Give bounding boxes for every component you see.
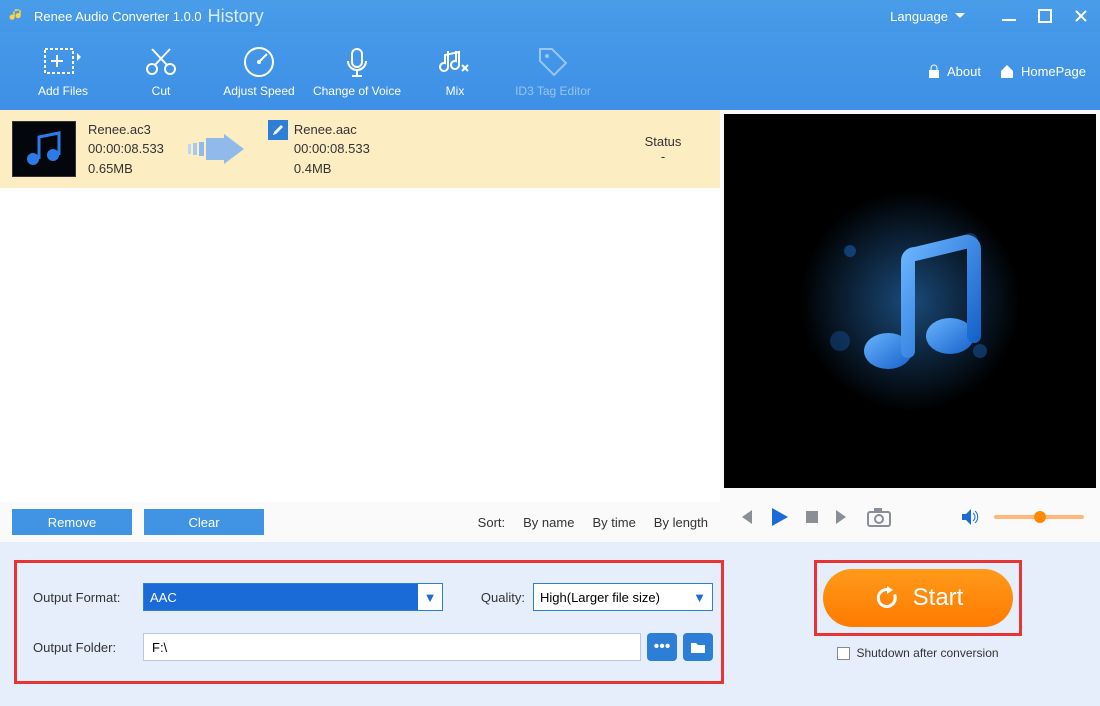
maximize-button[interactable] [1034, 5, 1056, 27]
play-button[interactable] [768, 506, 790, 528]
scissors-icon [144, 45, 178, 79]
pencil-icon [272, 124, 284, 136]
source-filename: Renee.ac3 [88, 120, 164, 140]
microphone-icon [340, 45, 374, 79]
lock-icon [927, 64, 941, 78]
tag-icon [536, 45, 570, 79]
volume-icon[interactable] [960, 508, 980, 526]
mix-icon [438, 45, 472, 79]
title-bar: Renee Audio Converter 1.0.0 History Lang… [0, 0, 1100, 32]
history-link[interactable]: History [208, 6, 264, 27]
start-highlight: Start [814, 560, 1022, 636]
sort-by-length[interactable]: By length [654, 515, 708, 530]
quality-label: Quality: [443, 590, 533, 605]
ellipsis-icon: ••• [654, 638, 671, 656]
adjust-speed-button[interactable]: Adjust Speed [210, 44, 308, 98]
cut-button[interactable]: Cut [112, 44, 210, 98]
source-duration: 00:00:08.533 [88, 139, 164, 159]
add-files-icon [43, 45, 83, 79]
sort-by-name[interactable]: By name [523, 515, 574, 530]
remove-button[interactable]: Remove [12, 509, 132, 535]
output-filename: Renee.aac [294, 120, 370, 140]
status-value: - [618, 149, 708, 164]
close-button[interactable] [1070, 5, 1092, 27]
output-settings: Output Format: AAC ▼ Quality: High(Large… [14, 560, 724, 684]
chevron-down-icon [954, 10, 966, 22]
output-folder-input[interactable] [143, 633, 641, 661]
stop-button[interactable] [804, 509, 820, 525]
music-note-icon [21, 129, 67, 169]
sort-label: Sort: [478, 515, 505, 530]
open-folder-button[interactable] [683, 633, 713, 661]
shutdown-checkbox-row[interactable]: Shutdown after conversion [837, 646, 998, 660]
arrow-right-icon [186, 134, 246, 164]
start-button[interactable]: Start [823, 569, 1013, 627]
main-toolbar: Add Files Cut Adjust Speed Change of Voi… [0, 32, 1100, 110]
source-file-info: Renee.ac3 00:00:08.533 0.65MB [88, 120, 164, 179]
output-size: 0.4MB [294, 159, 370, 179]
file-row[interactable]: Renee.ac3 00:00:08.533 0.65MB Renee.aac … [0, 110, 720, 188]
snapshot-button[interactable] [866, 506, 892, 528]
output-folder-label: Output Folder: [33, 640, 143, 655]
sort-by-time[interactable]: By time [592, 515, 635, 530]
about-link[interactable]: About [927, 64, 981, 79]
minimize-button[interactable] [998, 5, 1020, 27]
list-footer: Remove Clear Sort: By name By time By le… [0, 502, 720, 542]
preview-panel [724, 114, 1096, 488]
homepage-link[interactable]: HomePage [999, 63, 1086, 79]
clear-button[interactable]: Clear [144, 509, 264, 535]
speed-gauge-icon [242, 45, 276, 79]
player-controls [720, 492, 1100, 542]
output-format-dropdown[interactable]: AAC ▼ [143, 583, 443, 611]
shutdown-label: Shutdown after conversion [856, 646, 998, 660]
prev-button[interactable] [736, 508, 754, 526]
status-header: Status [618, 134, 708, 149]
chevron-down-icon: ▼ [418, 584, 442, 610]
id3-editor-button[interactable]: ID3 Tag Editor [504, 44, 602, 98]
language-label: Language [890, 9, 948, 24]
language-dropdown[interactable]: Language [890, 9, 966, 24]
folder-icon [690, 640, 706, 654]
shutdown-checkbox[interactable] [837, 647, 850, 660]
volume-slider[interactable] [994, 515, 1084, 519]
music-note-icon [800, 191, 1020, 411]
change-voice-button[interactable]: Change of Voice [308, 44, 406, 98]
quality-dropdown[interactable]: High(Larger file size) ▼ [533, 583, 713, 611]
output-duration: 00:00:08.533 [294, 139, 370, 159]
refresh-icon [873, 584, 901, 612]
browse-button[interactable]: ••• [647, 633, 677, 661]
file-list-area [0, 188, 720, 502]
output-format-label: Output Format: [33, 590, 143, 605]
file-thumbnail [12, 121, 76, 177]
add-files-button[interactable]: Add Files [14, 44, 112, 98]
edit-output-button[interactable] [268, 120, 288, 140]
home-icon [999, 63, 1015, 79]
next-button[interactable] [834, 508, 852, 526]
source-size: 0.65MB [88, 159, 164, 179]
app-title: Renee Audio Converter 1.0.0 [34, 9, 202, 24]
output-file-info: Renee.aac 00:00:08.533 0.4MB [294, 120, 370, 179]
mix-button[interactable]: Mix [406, 44, 504, 98]
chevron-down-icon: ▼ [693, 590, 706, 605]
app-logo-icon [8, 7, 26, 25]
